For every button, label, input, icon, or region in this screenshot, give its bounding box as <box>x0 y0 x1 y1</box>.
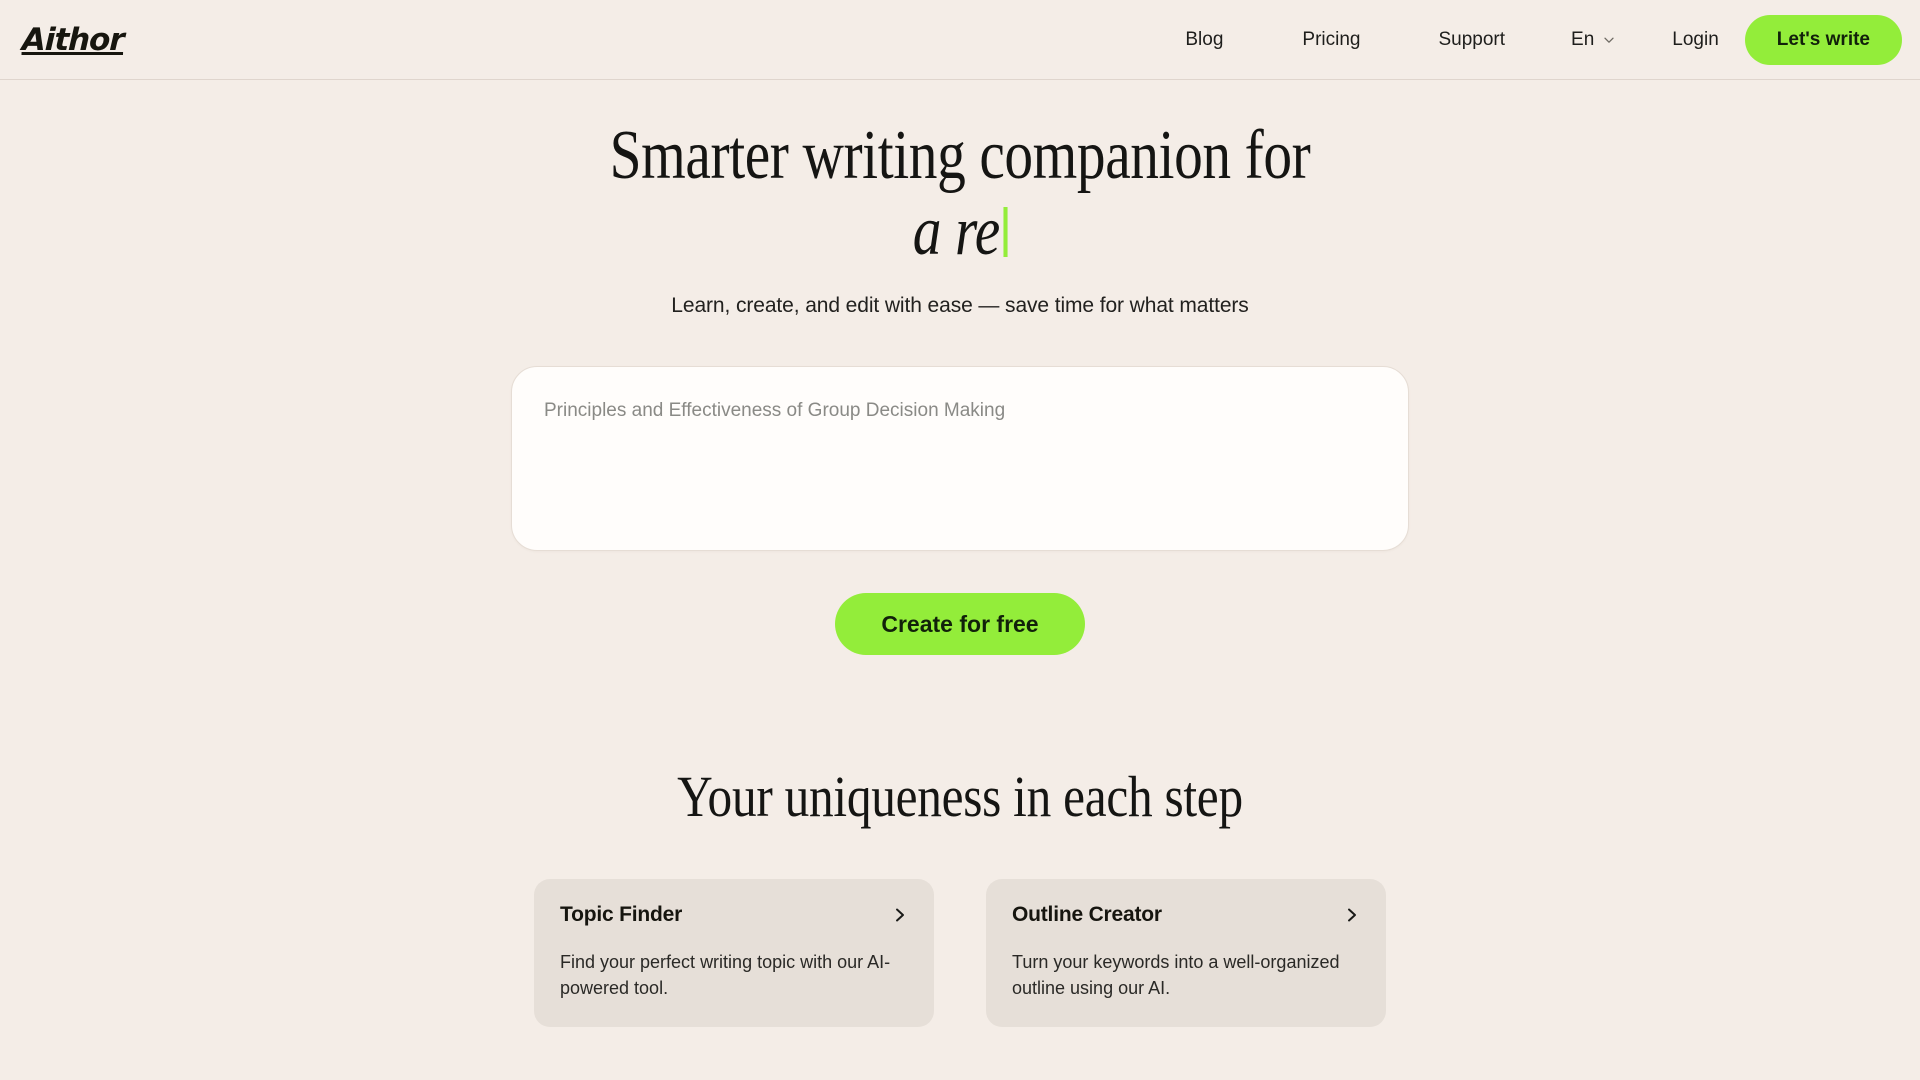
lets-write-button[interactable]: Let's write <box>1744 14 1902 65</box>
prompt-input[interactable] <box>544 397 1376 520</box>
create-cta-container: Create for free <box>0 593 1920 655</box>
login-link[interactable]: Login <box>1672 21 1719 59</box>
chevron-right-icon[interactable] <box>1344 905 1360 925</box>
nav-item-pricing[interactable]: Pricing <box>1302 21 1360 59</box>
language-selector-label: En <box>1571 28 1595 50</box>
create-for-free-button[interactable]: Create for free <box>835 593 1085 655</box>
feature-card-description: Find your perfect writing topic with our… <box>560 952 891 998</box>
nav-item-blog[interactable]: Blog <box>1185 21 1223 59</box>
typing-caret <box>1003 207 1008 257</box>
hero-heading-line-1: Smarter writing companion for <box>609 117 1311 194</box>
features-section: Your uniqueness in each step Topic Finde… <box>0 763 1920 1027</box>
hero-section: Smarter writing companion for a re Learn… <box>0 80 1920 655</box>
prompt-composer[interactable] <box>511 366 1409 551</box>
language-selector[interactable]: En <box>1571 29 1615 51</box>
feature-card-title: Topic Finder <box>560 903 683 926</box>
brand-logo[interactable]: Aithor <box>21 22 124 58</box>
hero-subtitle: Learn, create, and edit with ease — save… <box>671 294 1249 317</box>
hero-heading: Smarter writing companion for a re <box>173 118 1747 270</box>
site-header: Aithor Blog Pricing Support En Login Let… <box>0 0 1920 80</box>
hero-typed-text: a re <box>912 193 1001 270</box>
main-navigation: Blog Pricing Support En Login Let's writ… <box>1185 14 1902 65</box>
feature-card-topic-finder[interactable]: Topic Finder Find your perfect writing t… <box>534 879 934 1027</box>
main-content: Smarter writing companion for a re Learn… <box>0 80 1920 1027</box>
feature-card-description: Turn your keywords into a well-organized… <box>1012 952 1340 998</box>
feature-card-header: Topic Finder <box>560 903 908 927</box>
feature-card-outline-creator[interactable]: Outline Creator Turn your keywords into … <box>986 879 1386 1027</box>
nav-item-support[interactable]: Support <box>1438 21 1505 59</box>
chevron-right-icon[interactable] <box>892 905 908 925</box>
features-heading: Your uniqueness in each step <box>677 764 1243 829</box>
hero-heading-line-2: a re <box>912 193 1008 270</box>
chevron-down-icon <box>1603 34 1615 46</box>
feature-card-list: Topic Finder Find your perfect writing t… <box>0 879 1920 1027</box>
feature-card-header: Outline Creator <box>1012 903 1360 927</box>
feature-card-title: Outline Creator <box>1012 903 1162 926</box>
